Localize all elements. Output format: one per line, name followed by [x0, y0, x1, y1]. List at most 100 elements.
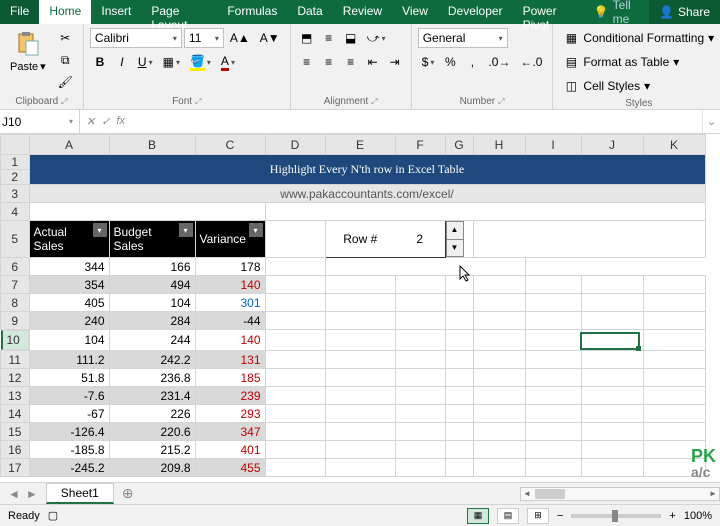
tell-me[interactable]: 💡 Tell me — [586, 0, 649, 24]
shrink-font-button[interactable]: A▼ — [256, 28, 284, 48]
cell[interactable]: 220.6 — [109, 423, 195, 441]
format-as-table-btn[interactable]: ▤Format as Table▾ — [559, 52, 683, 72]
cell[interactable]: 494 — [109, 276, 195, 294]
table-header[interactable]: Budget Sales▾ — [109, 221, 195, 258]
row-header[interactable]: 12 — [1, 369, 30, 387]
comma-btn[interactable]: , — [462, 52, 482, 72]
cell[interactable]: 455 — [195, 459, 265, 477]
italic-button[interactable]: I — [112, 52, 132, 72]
orientation-btn[interactable]: ⤻▾ — [363, 28, 390, 48]
row-header[interactable]: 13 — [1, 387, 30, 405]
col-header[interactable]: J — [581, 135, 643, 155]
next-sheet-icon[interactable]: ► — [26, 487, 38, 501]
filter-icon[interactable]: ▾ — [179, 223, 193, 237]
cell[interactable]: 209.8 — [109, 459, 195, 477]
fill-color-button[interactable]: 🪣▾ — [186, 52, 215, 72]
zoom-in-btn[interactable]: + — [669, 510, 675, 522]
col-header[interactable]: F — [395, 135, 445, 155]
table-row[interactable]: 14-67226293 — [1, 405, 706, 423]
tab-review[interactable]: Review — [333, 0, 392, 24]
filter-icon[interactable]: ▾ — [249, 223, 263, 237]
row-header[interactable]: 2 — [1, 170, 30, 185]
row-header[interactable]: 7 — [1, 276, 30, 294]
cell[interactable]: 354 — [29, 276, 109, 294]
cell[interactable]: 185 — [195, 369, 265, 387]
table-header[interactable]: Variance▾ — [195, 221, 265, 258]
tab-view[interactable]: View — [392, 0, 438, 24]
cell[interactable]: 405 — [29, 294, 109, 312]
zoom-out-btn[interactable]: − — [557, 510, 563, 522]
name-box[interactable]: ▾ — [0, 110, 80, 133]
expand-formula-btn[interactable]: ⌄ — [702, 110, 720, 133]
subtitle-cell[interactable]: www.pakaccountants.com/excel/ — [29, 185, 705, 203]
dec-decimal-btn[interactable]: ←.0 — [516, 52, 546, 72]
cell[interactable]: 242.2 — [109, 351, 195, 369]
align-left-btn[interactable]: ≡ — [297, 52, 317, 72]
cell[interactable]: -67 — [29, 405, 109, 423]
cell[interactable]: -245.2 — [29, 459, 109, 477]
view-pagelayout-btn[interactable]: ▤ — [497, 508, 519, 524]
table-row[interactable]: 7354494140 — [1, 276, 706, 294]
cell[interactable]: 104 — [109, 294, 195, 312]
fx-icon[interactable]: fx — [116, 115, 125, 128]
prev-sheet-icon[interactable]: ◄ — [8, 487, 20, 501]
cell[interactable]: 293 — [195, 405, 265, 423]
grid-area[interactable]: A B C D E F G H I J K 1Highlight Every N… — [0, 134, 720, 482]
table-row[interactable]: 6344166178 — [1, 258, 706, 276]
col-header[interactable]: K — [643, 135, 705, 155]
cut-button[interactable]: ✂ — [54, 28, 77, 48]
spin-down-icon[interactable]: ▼ — [447, 240, 463, 257]
cell[interactable]: 244 — [109, 330, 195, 351]
col-header[interactable]: I — [525, 135, 581, 155]
view-normal-btn[interactable]: ▦ — [467, 508, 489, 524]
row-header[interactable]: 6 — [1, 258, 30, 276]
col-header[interactable]: B — [109, 135, 195, 155]
row-header[interactable]: 4 — [1, 203, 30, 221]
cell[interactable]: 166 — [109, 258, 195, 276]
cell[interactable]: 215.2 — [109, 441, 195, 459]
tab-insert[interactable]: Insert — [91, 0, 141, 24]
chevron-down-icon[interactable]: ▾ — [69, 117, 77, 126]
add-sheet-button[interactable]: ⊕ — [114, 485, 142, 502]
cell[interactable]: 284 — [109, 312, 195, 330]
col-header[interactable]: C — [195, 135, 265, 155]
table-row[interactable]: 17-245.2209.8455 — [1, 459, 706, 477]
percent-btn[interactable]: % — [440, 52, 460, 72]
col-header[interactable]: H — [473, 135, 525, 155]
rownum-value-cell[interactable]: 2 — [395, 221, 445, 258]
align-bot-btn[interactable]: ⬓ — [341, 28, 361, 48]
tab-data[interactable]: Data — [287, 0, 332, 24]
cell[interactable]: -126.4 — [29, 423, 109, 441]
cell[interactable]: 131 — [195, 351, 265, 369]
tab-home[interactable]: Home — [39, 0, 91, 24]
cell[interactable]: 178 — [195, 258, 265, 276]
table-row[interactable]: 8405104301 — [1, 294, 706, 312]
cell[interactable]: 104 — [29, 330, 109, 351]
tab-developer[interactable]: Developer — [438, 0, 513, 24]
table-row[interactable]: 16-185.8215.2401 — [1, 441, 706, 459]
cell[interactable]: 140 — [195, 330, 265, 351]
spreadsheet-grid[interactable]: A B C D E F G H I J K 1Highlight Every N… — [0, 134, 706, 477]
row-header[interactable]: 14 — [1, 405, 30, 423]
row-header[interactable]: 5 — [1, 221, 30, 258]
row-header[interactable]: 9 — [1, 312, 30, 330]
cell[interactable]: 140 — [195, 276, 265, 294]
cancel-icon[interactable]: ✕ — [86, 115, 95, 128]
cell[interactable]: 239 — [195, 387, 265, 405]
rownum-spinner[interactable]: ▲▼ — [446, 221, 464, 257]
filter-icon[interactable]: ▾ — [93, 223, 107, 237]
row-header[interactable]: 10 — [1, 330, 29, 350]
table-row[interactable]: 13-7.6231.4239 — [1, 387, 706, 405]
table-header[interactable]: Actual Sales▾ — [29, 221, 109, 258]
tab-file[interactable]: File — [0, 0, 39, 24]
indent-inc-btn[interactable]: ⇥ — [385, 52, 405, 72]
align-top-btn[interactable]: ⬒ — [297, 28, 317, 48]
align-mid-btn[interactable]: ≡ — [319, 28, 339, 48]
cell[interactable]: 226 — [109, 405, 195, 423]
cell[interactable]: 401 — [195, 441, 265, 459]
zoom-slider[interactable] — [571, 514, 661, 518]
bold-button[interactable]: B — [90, 52, 110, 72]
cell[interactable]: 111.2 — [29, 351, 109, 369]
row-header[interactable]: 15 — [1, 423, 30, 441]
currency-btn[interactable]: $▾ — [418, 52, 439, 72]
